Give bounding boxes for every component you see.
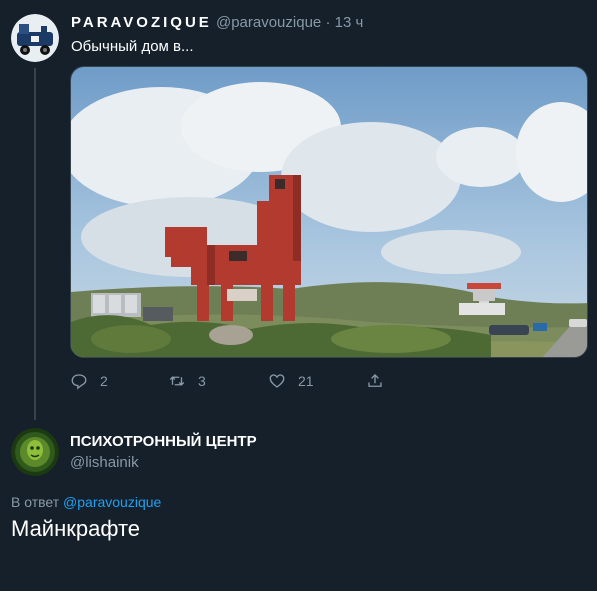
- retweet-icon: [169, 376, 185, 386]
- reply-count: 2: [100, 373, 108, 389]
- reply-icon: [71, 374, 87, 390]
- retweet-count: 3: [198, 373, 206, 389]
- tweet-photo[interactable]: [70, 66, 588, 358]
- separator-dot: ·: [325, 14, 331, 31]
- tweet-header: PARAVOZIQUE @paravouzique · 13 ч: [71, 14, 363, 31]
- author-name[interactable]: PARAVOZIQUE: [71, 14, 212, 31]
- timestamp[interactable]: 13 ч: [335, 14, 364, 31]
- heart-icon: [269, 374, 285, 388]
- reply-to-link[interactable]: @paravouzique: [63, 494, 161, 510]
- reply-action[interactable]: 2: [70, 372, 108, 390]
- like-action[interactable]: 21: [268, 372, 314, 390]
- tweet-actions: 2 3 21: [70, 372, 410, 396]
- retweet-action[interactable]: 3: [168, 372, 206, 390]
- photo-red-horse-building: [71, 67, 587, 357]
- reply-author-handle[interactable]: @lishainik: [70, 454, 139, 471]
- reply-prefix: В ответ: [11, 494, 60, 510]
- avatar-paravozique[interactable]: [11, 14, 59, 62]
- like-count: 21: [298, 373, 314, 389]
- reply-context: В ответ @paravouzique: [11, 494, 161, 510]
- share-action[interactable]: [366, 372, 384, 390]
- avatar-psikhotronny-tsentr[interactable]: [11, 428, 59, 476]
- reply-text: Майнкрафте: [11, 516, 141, 541]
- author-handle[interactable]: @paravouzique: [216, 14, 321, 31]
- tweet-text: Обычный дом в...: [71, 38, 194, 55]
- thread-connector-line: [34, 68, 36, 420]
- reply-author-name[interactable]: ПСИХОТРОННЫЙ ЦЕНТР: [70, 433, 257, 450]
- share-icon: [368, 374, 382, 387]
